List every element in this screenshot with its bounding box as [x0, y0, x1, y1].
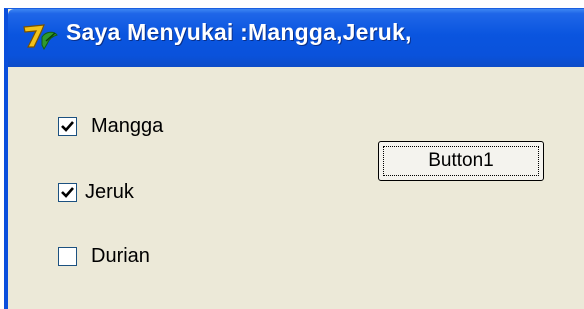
window-title: Saya Menyukai :Mangga,Jeruk,: [66, 19, 412, 45]
checkbox-box[interactable]: [58, 116, 77, 136]
delphi-app-icon: [23, 24, 58, 51]
checkbox-box[interactable]: [58, 182, 77, 202]
app-window: Saya Menyukai :Mangga,Jeruk, Mangga Jeru…: [4, 8, 584, 309]
checkbox-label: Mangga: [91, 114, 164, 137]
checkbox-label: Durian: [91, 244, 150, 267]
checkbox-mangga[interactable]: Mangga: [58, 114, 163, 138]
checkmark-icon: [61, 120, 74, 132]
checkbox-box[interactable]: [58, 246, 77, 266]
checkbox-durian[interactable]: Durian: [58, 244, 150, 268]
checkbox-label: Jeruk: [85, 180, 134, 203]
title-bar[interactable]: Saya Menyukai :Mangga,Jeruk,: [8, 9, 584, 67]
button-label: Button1: [428, 150, 494, 171]
button1[interactable]: Button1: [378, 141, 544, 181]
checkbox-jeruk[interactable]: Jeruk: [58, 180, 134, 204]
checkmark-icon: [61, 186, 74, 198]
form-client-area: Mangga Jeruk Durian Button1: [8, 67, 584, 309]
